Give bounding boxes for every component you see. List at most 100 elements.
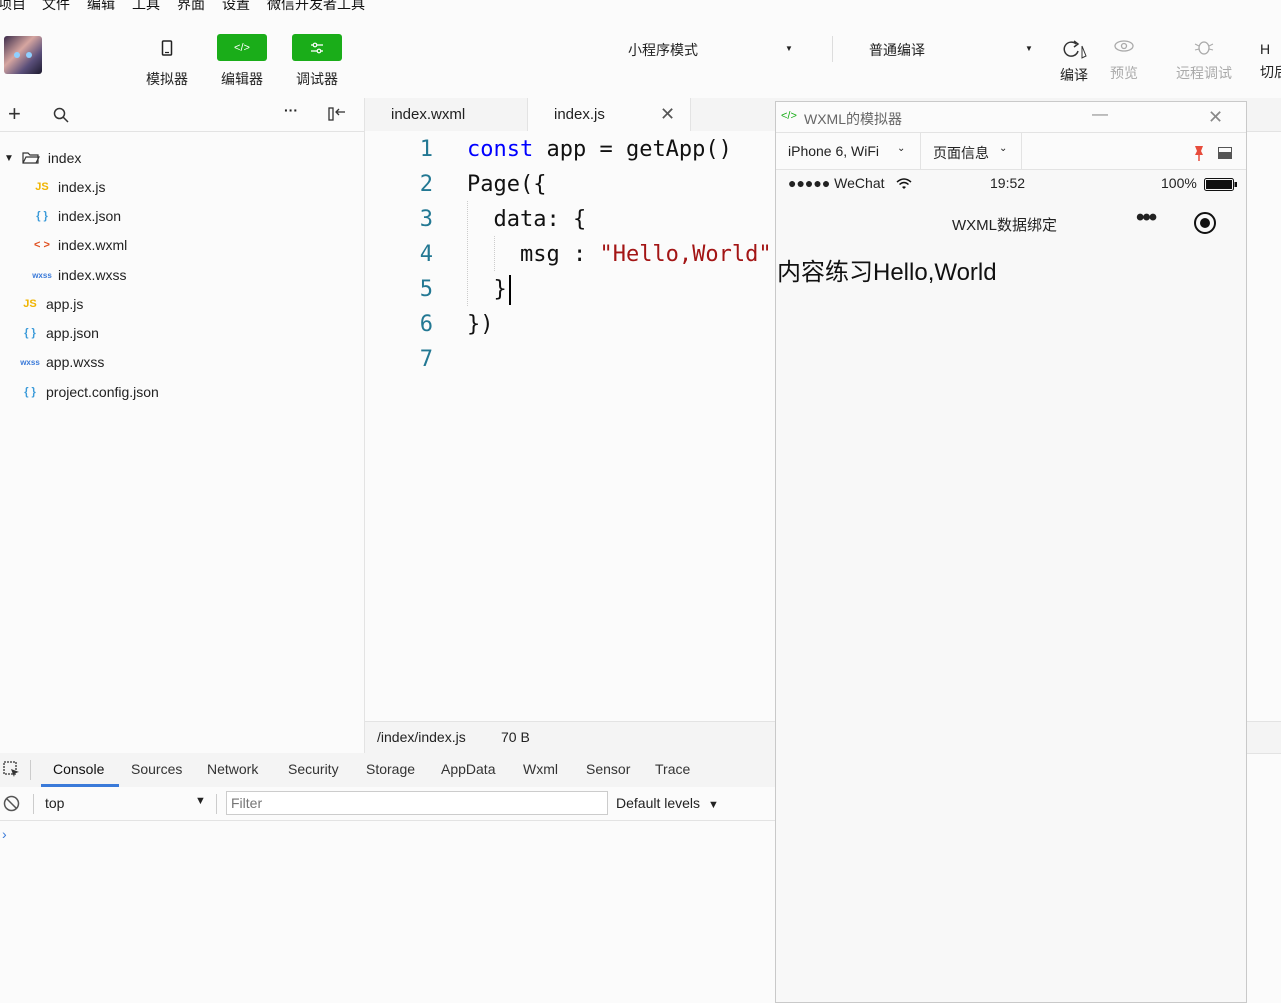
close-icon[interactable]: ✕ <box>1208 107 1223 128</box>
dock-icon[interactable] <box>1218 147 1232 159</box>
tab-console[interactable]: Console <box>53 761 104 777</box>
json-file-icon: { } <box>36 210 48 222</box>
toolbar: 模拟器 </> 编辑器 调试器 小程序模式 ▼ 普通编译 ▼ 编译 预览 远程调… <box>0 14 1281 99</box>
devtools-tabs: Console Sources Network Security Storage… <box>0 753 775 788</box>
file-name: app.js <box>46 296 84 312</box>
simulator-button[interactable]: 模拟器 <box>141 34 193 89</box>
more-icon[interactable]: ··· <box>284 102 298 118</box>
page-info-select[interactable]: 页面信息 ⌄ <box>921 133 1022 169</box>
file-item[interactable]: wxss app.wxss <box>18 354 104 370</box>
triangle-down-icon: ▼ <box>4 152 14 164</box>
simulator-label: 模拟器 <box>146 71 188 87</box>
menu-tools[interactable]: 工具 <box>132 0 160 14</box>
js-file-icon: JS <box>23 298 37 310</box>
divider <box>216 794 217 814</box>
code-line: data: { <box>467 207 587 232</box>
tab-storage[interactable]: Storage <box>366 761 415 777</box>
code-icon: </> <box>217 34 267 61</box>
debugger-label: 调试器 <box>296 71 338 87</box>
divider <box>30 760 31 780</box>
carrier-signal: ●●●●● WeChat <box>788 175 885 191</box>
tab-appdata[interactable]: AppData <box>441 761 495 777</box>
code-text: msg : <box>467 242 600 267</box>
preview-button[interactable]: 预览 <box>1106 38 1142 83</box>
file-item[interactable]: JS index.js <box>30 179 105 195</box>
debug-icon <box>292 34 342 61</box>
menu-view[interactable]: 界面 <box>177 0 205 14</box>
file-item[interactable]: { } app.json <box>18 325 99 341</box>
file-item[interactable]: { } index.json <box>30 208 121 224</box>
file-item[interactable]: JS app.js <box>18 296 83 312</box>
menu-project[interactable]: 项目 <box>0 0 26 14</box>
tab-index-wxml[interactable]: index.wxml <box>365 98 528 131</box>
console-toolbar: top ▼ Default levels ▼ <box>0 787 775 821</box>
compile-button[interactable]: 编译 <box>1056 38 1092 85</box>
menu-dots-icon[interactable]: ••• <box>1136 204 1157 232</box>
menu-file[interactable]: 文件 <box>42 0 70 14</box>
battery-percent: 100% <box>1161 175 1197 191</box>
remote-debug-label: 远程调试 <box>1176 65 1232 81</box>
code-text: app = getApp() <box>533 137 732 162</box>
tab-network[interactable]: Network <box>207 761 258 777</box>
debugger-button[interactable]: 调试器 <box>291 34 343 89</box>
code-line: } <box>467 277 507 302</box>
phone-icon <box>142 34 192 61</box>
filter-input[interactable] <box>226 791 608 815</box>
mode-select[interactable]: 小程序模式 ▼ <box>628 40 798 60</box>
levels-select[interactable]: Default levels ▼ <box>616 795 719 811</box>
tab-index-js[interactable]: index.js ✕ <box>528 98 691 131</box>
pin-icon[interactable] <box>1193 145 1205 161</box>
close-icon[interactable]: ✕ <box>660 98 675 131</box>
line-number: 4 <box>419 242 433 267</box>
add-icon[interactable]: + <box>8 101 21 127</box>
remote-debug-button[interactable]: 远程调试 <box>1172 38 1236 83</box>
simulator-toolbar: iPhone 6, WiFi ⌄ 页面信息 ⌄ <box>776 133 1246 170</box>
tab-label: index.js <box>554 106 605 123</box>
file-name: app.json <box>46 325 99 341</box>
file-item[interactable]: { } project.config.json <box>18 384 159 400</box>
avatar[interactable] <box>4 36 42 74</box>
context-select[interactable]: top ▼ <box>45 795 207 811</box>
minimize-icon[interactable]: — <box>1092 106 1108 124</box>
simulator-title: WXML的模拟器 <box>804 111 902 127</box>
menu-settings[interactable]: 设置 <box>222 0 250 14</box>
file-item[interactable]: wxss index.wxss <box>30 267 126 283</box>
console-prompt-icon[interactable]: › <box>2 826 7 842</box>
page-content-text: 内容练习Hello,World <box>777 259 997 286</box>
file-size: 70 B <box>501 729 530 745</box>
bug-icon <box>1194 41 1214 55</box>
collapse-panel-icon[interactable] <box>328 106 346 122</box>
tab-wxml[interactable]: Wxml <box>523 761 558 777</box>
file-item[interactable]: < > index.wxml <box>30 237 127 253</box>
page-title: WXML数据绑定 <box>952 217 1058 234</box>
tab-trace[interactable]: Trace <box>655 761 690 777</box>
clear-console-icon[interactable] <box>3 795 20 812</box>
compile-label: 编译 <box>1060 67 1088 83</box>
divider <box>33 794 34 814</box>
menu-wechat-devtools[interactable]: 微信开发者工具 <box>267 0 365 14</box>
device-select[interactable]: iPhone 6, WiFi ⌄ <box>776 133 921 169</box>
tab-sources[interactable]: Sources <box>131 761 182 777</box>
wxss-file-icon: wxss <box>20 357 40 367</box>
code-editor[interactable]: 1 2 3 4 5 6 7 const app = getApp() Page(… <box>365 131 775 721</box>
inspect-icon[interactable] <box>3 761 21 779</box>
search-icon[interactable] <box>53 107 69 123</box>
file-path: /index/index.js <box>377 729 466 745</box>
folder-index[interactable]: ▼ index <box>4 150 81 166</box>
text-cursor <box>509 275 511 305</box>
editor-label: 编辑器 <box>221 71 263 87</box>
folder-icon <box>22 152 40 164</box>
folder-label: index <box>47 150 82 166</box>
menu-bar: 项目 文件 编辑 工具 界面 设置 微信开发者工具 <box>0 0 1281 14</box>
editor-button[interactable]: </> 编辑器 <box>216 34 268 89</box>
tab-sensor[interactable]: Sensor <box>586 761 630 777</box>
cut-button[interactable]: H 切后 <box>1260 38 1281 82</box>
menu-edit[interactable]: 编辑 <box>87 0 115 14</box>
simulator-window: </> WXML的模拟器 — ✕ iPhone 6, WiFi ⌄ 页面信息 ⌄… <box>775 101 1247 1003</box>
tab-security[interactable]: Security <box>288 761 339 777</box>
caret-down-icon: ▼ <box>785 44 793 53</box>
line-number: 2 <box>419 172 433 197</box>
toolbar-divider <box>832 36 833 62</box>
compile-select[interactable]: 普通编译 ▼ <box>869 40 1039 60</box>
close-capsule-icon[interactable] <box>1193 211 1217 235</box>
